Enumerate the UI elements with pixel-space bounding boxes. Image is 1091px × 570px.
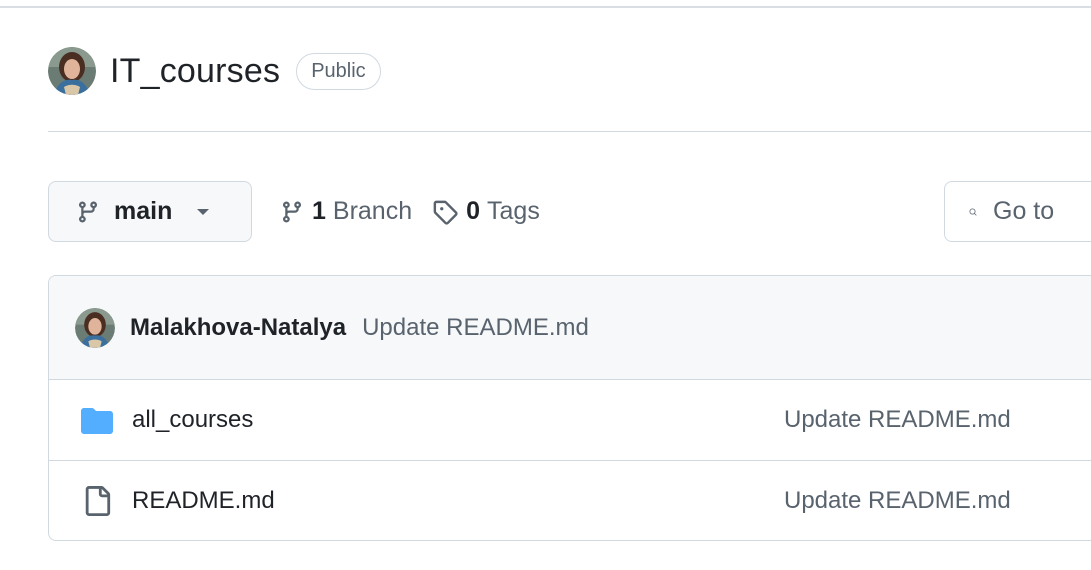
list-item[interactable]: all_courses Update README.md bbox=[49, 380, 1091, 460]
tag-count: 0 bbox=[466, 197, 481, 225]
commit-author[interactable]: Malakhova-Natalya bbox=[130, 314, 346, 342]
file-last-commit[interactable]: Update README.md bbox=[784, 406, 1011, 434]
file-icon bbox=[85, 485, 111, 516]
header-divider bbox=[48, 131, 1091, 132]
file-browser: Malakhova-Natalya Update README.md all_c… bbox=[48, 275, 1091, 541]
commit-author-avatar[interactable] bbox=[75, 307, 115, 348]
repo-meta-links: 1 Branch 0 Tags bbox=[280, 181, 560, 242]
caret-down-icon bbox=[197, 208, 210, 215]
branches-link[interactable]: 1 Branch bbox=[280, 197, 412, 226]
repo-header: IT_courses Public bbox=[48, 46, 381, 96]
commit-message[interactable]: Update README.md bbox=[362, 314, 589, 342]
tag-icon bbox=[433, 200, 458, 225]
branch-count: 1 bbox=[312, 197, 326, 225]
branch-label: Branch bbox=[332, 197, 413, 225]
search-icon bbox=[969, 208, 977, 216]
go-to-file-search[interactable] bbox=[944, 181, 1091, 242]
owner-avatar[interactable] bbox=[48, 47, 96, 95]
file-name[interactable]: all_courses bbox=[132, 406, 253, 434]
file-last-commit[interactable]: Update README.md bbox=[784, 487, 1011, 515]
git-branch-icon bbox=[282, 201, 301, 223]
branch-name: main bbox=[114, 197, 173, 225]
latest-commit-row: Malakhova-Natalya Update README.md bbox=[49, 276, 1091, 380]
list-item[interactable]: README.md Update README.md bbox=[49, 460, 1091, 540]
search-input[interactable] bbox=[993, 197, 1091, 226]
git-branch-icon bbox=[78, 201, 97, 223]
file-name[interactable]: README.md bbox=[132, 487, 275, 515]
repo-name[interactable]: IT_courses bbox=[110, 52, 280, 91]
folder-icon bbox=[81, 408, 113, 434]
tag-label: Tags bbox=[487, 197, 540, 225]
visibility-badge: Public bbox=[296, 52, 381, 90]
branch-selector-button[interactable]: main bbox=[48, 181, 252, 242]
tags-link[interactable]: 0 Tags bbox=[432, 197, 540, 226]
top-divider bbox=[0, 6, 1091, 8]
